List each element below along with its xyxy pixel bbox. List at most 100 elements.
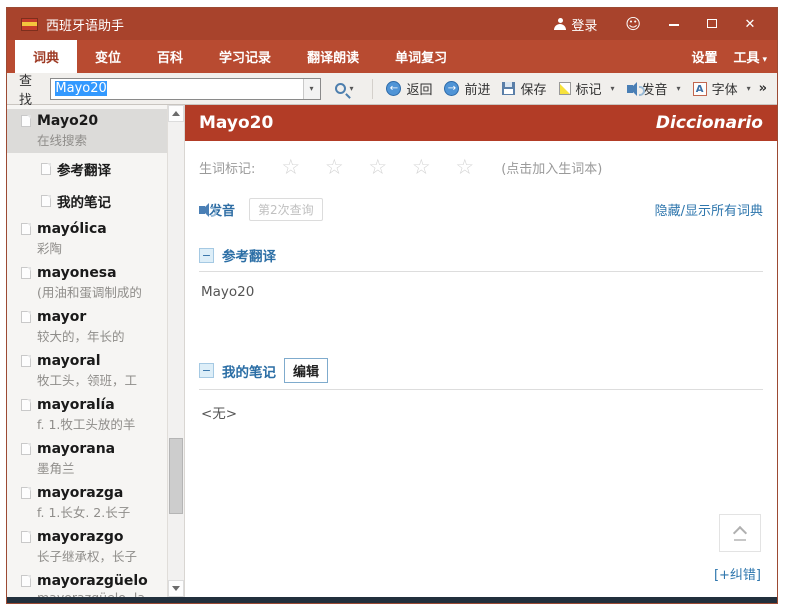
list-item[interactable]: mayonesa (用油和蛋调制成的: [7, 261, 167, 305]
entry-header: Mayo20 Diccionario: [185, 105, 777, 141]
app-window: 西班牙语助手 登录 ☺ ✕ 词典 变位 百科 学习记录 翻译朗读 单词复习 设置…: [6, 7, 778, 604]
forward-button[interactable]: → 前进: [438, 75, 496, 102]
pronounce-row: 发音 第2次查询 隐藏/显示所有词典: [199, 198, 763, 221]
reference-translation-section: − 参考翻译 Mayo20: [199, 245, 763, 312]
document-icon: [21, 487, 31, 499]
window-bottom-edge: [7, 597, 777, 603]
search-input[interactable]: Mayo20 ▾: [50, 78, 320, 100]
close-button[interactable]: ✕: [733, 13, 767, 36]
document-icon: [21, 115, 31, 127]
arrow-up-icon: [172, 111, 180, 116]
chevron-down-icon: ▾: [677, 84, 681, 93]
tab-encyclopedia[interactable]: 百科: [139, 40, 201, 73]
tab-translate-read[interactable]: 翻译朗读: [289, 40, 377, 73]
title-bar: 西班牙语助手 登录 ☺ ✕: [7, 8, 777, 40]
tab-bar: 词典 变位 百科 学习记录 翻译朗读 单词复习 设置 工具▾: [7, 40, 777, 73]
search-button[interactable]: ▾: [331, 80, 358, 97]
dictionary-name: Diccionario: [656, 113, 763, 133]
section-title: 参考翻译: [222, 245, 276, 265]
edit-notes-button[interactable]: 编辑: [284, 358, 328, 383]
list-item[interactable]: mayor 较大的，年长的: [7, 305, 167, 349]
headword: Mayo20: [199, 113, 273, 133]
star-hint: (点击加入生词本): [501, 158, 602, 177]
back-icon: ←: [386, 81, 401, 96]
tools-button[interactable]: 工具▾: [733, 47, 767, 66]
arrow-down-icon: [172, 586, 180, 591]
tab-dictionary[interactable]: 词典: [15, 40, 77, 73]
correction-link[interactable]: [+纠错]: [714, 564, 761, 583]
highlight-marker-icon: [559, 82, 571, 95]
list-item[interactable]: mayoralía f. 1.牧工头放的羊: [7, 393, 167, 437]
scrollbar-track[interactable]: [168, 122, 184, 580]
tab-study-record[interactable]: 学习记录: [201, 40, 289, 73]
main-panel: Mayo20 Diccionario 生词标记: ☆ ☆ ☆ ☆ ☆ (点击加入…: [185, 105, 777, 597]
tab-conjugation[interactable]: 变位: [77, 40, 139, 73]
app-title: 西班牙语助手: [46, 15, 124, 34]
star-rating-icons[interactable]: ☆ ☆ ☆ ☆ ☆: [281, 157, 483, 178]
maximize-button[interactable]: [695, 13, 729, 36]
mark-button[interactable]: 标记 ▾: [553, 75, 621, 102]
scroll-up-button[interactable]: [168, 105, 184, 122]
collapse-button[interactable]: −: [199, 248, 214, 263]
document-icon: [21, 223, 31, 235]
toolbar-divider: [372, 79, 373, 99]
font-button[interactable]: A 字体 ▾: [687, 75, 757, 102]
chevron-down-icon: ▾: [747, 84, 751, 93]
new-word-marking-row: 生词标记: ☆ ☆ ☆ ☆ ☆ (点击加入生词本): [199, 157, 763, 178]
toolbar-overflow-button[interactable]: »: [757, 81, 771, 96]
minimize-button[interactable]: [657, 13, 691, 36]
login-label: 登录: [571, 15, 597, 34]
list-item[interactable]: mayorazgo 长子继承权，长子: [7, 525, 167, 569]
person-icon: [554, 18, 566, 30]
list-item[interactable]: mayoral 牧工头，领班，工: [7, 349, 167, 393]
collapse-button[interactable]: −: [199, 363, 214, 378]
forward-icon: →: [444, 81, 459, 96]
find-label: 查找: [19, 70, 42, 108]
document-icon: [21, 267, 31, 279]
list-item[interactable]: Mayo20 在线搜索: [7, 109, 167, 153]
chevron-down-icon: ▾: [611, 84, 615, 93]
chevron-down-icon: ▾: [762, 55, 767, 65]
speaker-icon: [627, 85, 633, 93]
sidebar-scrollbar[interactable]: [167, 105, 184, 597]
document-icon: [21, 311, 31, 323]
search-history-dropdown[interactable]: ▾: [303, 79, 320, 99]
list-child-item-notes[interactable]: 我的笔记: [7, 185, 167, 217]
document-icon: [21, 355, 31, 367]
document-icon: [21, 531, 31, 543]
speaker-icon: [199, 206, 205, 214]
chevron-down-icon: ▾: [350, 84, 354, 93]
scrollbar-thumb[interactable]: [169, 438, 183, 514]
font-icon: A: [693, 82, 707, 96]
section-title: 我的笔记: [222, 361, 276, 381]
document-icon: [21, 575, 31, 587]
list-child-item-reference[interactable]: 参考翻译: [7, 153, 167, 185]
back-button[interactable]: ← 返回: [380, 75, 438, 102]
search-input-value: Mayo20: [55, 81, 106, 96]
entry-pronounce-button[interactable]: 发音: [199, 200, 235, 219]
list-item[interactable]: mayólica 彩陶: [7, 217, 167, 261]
document-icon: [41, 163, 51, 175]
toolbar: 查找 Mayo20 ▾ ▾ ← 返回 → 前进 保存 标记 ▾ 发音: [7, 73, 777, 105]
settings-button[interactable]: 设置: [691, 47, 717, 66]
minimize-icon: [669, 24, 679, 26]
reference-translation-content: Mayo20: [199, 272, 763, 312]
list-item[interactable]: mayorazgüelo mayorazgüelo, la: [7, 569, 167, 597]
app-logo-flag-icon: [21, 18, 38, 31]
list-item[interactable]: mayorana 墨角兰: [7, 437, 167, 481]
chevron-down-icon: ▾: [310, 84, 314, 93]
document-icon: [41, 195, 51, 207]
my-notes-content: <无>: [199, 390, 763, 434]
scroll-down-button[interactable]: [168, 580, 184, 597]
tab-word-review[interactable]: 单词复习: [377, 40, 465, 73]
list-item[interactable]: mayorazga f. 1.长女. 2.长子: [7, 481, 167, 525]
word-list-sidebar: Mayo20 在线搜索 参考翻译 我的笔记 mayólica 彩陶 mayone…: [7, 105, 185, 597]
toggle-all-dictionaries-link[interactable]: 隐藏/显示所有词典: [655, 200, 763, 219]
save-button[interactable]: 保存: [496, 75, 552, 102]
document-icon: [21, 399, 31, 411]
pronounce-button[interactable]: 发音 ▾: [621, 75, 687, 102]
query-count-badge: 第2次查询: [249, 198, 323, 221]
back-to-top-button[interactable]: [719, 514, 761, 552]
login-button[interactable]: 登录: [546, 11, 605, 38]
theme-icon[interactable]: ☺: [609, 13, 653, 35]
